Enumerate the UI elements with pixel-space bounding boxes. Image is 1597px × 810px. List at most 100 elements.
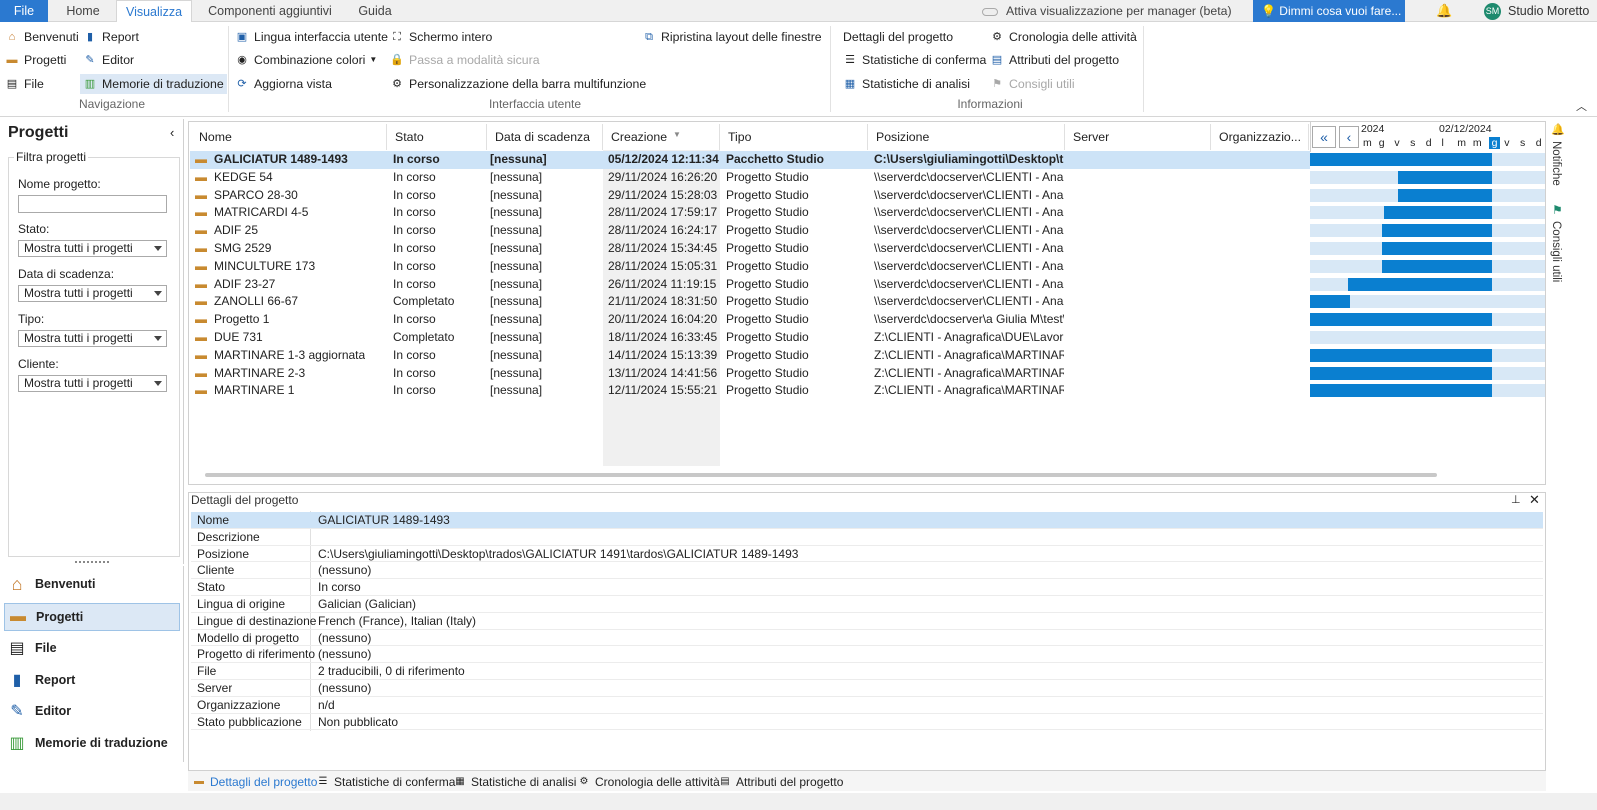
table-row[interactable]: ▬ SMG 2529 In corso [nessuna] 28/11/2024 15:… [190, 240, 1310, 258]
manager-view-toggle[interactable]: Attiva visualizzazione per manager (beta… [982, 4, 1232, 18]
table-row[interactable]: ▬ MATRICARDI 4-5 In corso [nessuna] 28/11/20… [190, 204, 1310, 222]
column-header-organization[interactable]: Organizzazio... [1211, 124, 1309, 150]
gantt-bar[interactable] [1382, 224, 1492, 238]
ribbon-tips-button[interactable]: ⚑ Consigli utili [990, 74, 1075, 94]
column-header-type[interactable]: Tipo [720, 124, 868, 150]
table-row[interactable]: ▬ MARTINARE 2-3 In corso [nessuna] 13/11/202… [190, 365, 1310, 383]
details-row: Descrizione [191, 529, 1543, 546]
table-row[interactable]: ▬ MARTINARE 1 In corso [nessuna] 12/11/2024 … [190, 382, 1310, 400]
tab-project-details[interactable]: ▬ Dettagli del progetto [192, 773, 317, 791]
tell-me-box[interactable]: 💡 Dimmi cosa vuoi fare... [1253, 0, 1405, 22]
ribbon-file-button[interactable]: ▤ File [5, 74, 44, 94]
bell-icon[interactable]: 🔔 [1436, 3, 1452, 19]
gantt-bar[interactable] [1310, 153, 1492, 166]
nav-progetti[interactable]: ▬ Progetti [4, 603, 180, 631]
ribbon-memorie-button[interactable]: ▥ Memorie di traduzione [80, 74, 227, 94]
gantt-bar[interactable] [1310, 366, 1492, 380]
gantt-bar[interactable] [1382, 242, 1492, 255]
table-row[interactable]: ▬ ADIF 25 In corso [nessuna] 28/11/2024 16:2… [190, 222, 1310, 240]
column-header-server[interactable]: Server [1065, 124, 1211, 150]
gantt-bar[interactable] [1348, 277, 1492, 291]
status-cell: In corso [393, 383, 436, 398]
close-icon[interactable]: ✕ [1529, 492, 1540, 508]
table-row[interactable]: ▬ Progetto 1 In corso [nessuna] 20/11/2024 1… [190, 311, 1310, 329]
column-header-due-date[interactable]: Data di scadenza [487, 124, 603, 150]
ribbon-attributes-button[interactable]: ▤ Attributi del progetto [990, 50, 1119, 70]
ribbon-fullscreen-button[interactable]: ⛶ Schermo intero [390, 27, 492, 47]
user-name[interactable]: Studio Moretto [1508, 4, 1589, 18]
column-header-created[interactable]: Creazione ▼ [603, 124, 720, 150]
refresh-icon: ⟳ [237, 78, 247, 90]
table-row[interactable]: ▬ ADIF 23-27 In corso [nessuna] 26/11/2024 1… [190, 276, 1310, 294]
created-cell: 05/12/2024 12:11:34 [608, 152, 719, 166]
project-name-input[interactable] [18, 195, 167, 213]
column-header-status[interactable]: Stato [387, 124, 487, 150]
gantt-bar[interactable] [1398, 188, 1492, 202]
nav-benvenuti[interactable]: ⌂ Benvenuti [4, 570, 180, 598]
ribbon-progetti-button[interactable]: ▬ Progetti [5, 50, 67, 70]
horizontal-scrollbar[interactable] [205, 473, 1437, 477]
tab-view[interactable]: Visualizza [116, 0, 192, 23]
tab-file[interactable]: File [0, 0, 48, 22]
column-header-name[interactable]: Nome [191, 124, 387, 150]
table-row[interactable]: ▬ SPARCO 28-30 In corso [nessuna] 29/11/2024… [190, 187, 1310, 205]
tab-project-attributes[interactable]: ▤ Attributi del progetto [718, 773, 843, 791]
tab-addins[interactable]: Componenti aggiuntivi [196, 0, 344, 22]
ribbon-benvenuti-button[interactable]: ⌂ Benvenuti [5, 27, 79, 47]
nav-memorie[interactable]: ▥ Memorie di traduzione [4, 729, 180, 757]
table-row[interactable]: ▬ MINCULTURE 173 In corso [nessuna] 28/11/20… [190, 258, 1310, 276]
tab-home[interactable]: Home [52, 0, 114, 22]
due-date-select[interactable]: Mostra tutti i progetti [18, 285, 167, 302]
nav-file[interactable]: ▤ File [4, 634, 180, 662]
avatar[interactable]: SM [1484, 3, 1501, 20]
toggle-switch[interactable] [982, 7, 998, 16]
chevron-left-icon[interactable]: ‹ [1339, 126, 1359, 148]
ribbon-restore-layout-button[interactable]: ⧉ Ripristina layout delle finestre [642, 27, 822, 47]
table-row[interactable]: ▬ GALICIATUR 1489-1493 In corso [nessuna] 05… [190, 151, 1310, 169]
ribbon-refresh-button[interactable]: ⟳ Aggiorna vista [235, 74, 332, 94]
client-select[interactable]: Mostra tutti i progetti [18, 375, 167, 392]
project-folder-icon: ▬ [195, 347, 207, 362]
gantt-bar[interactable] [1384, 206, 1492, 220]
nav-editor[interactable]: ✎ Editor [4, 697, 180, 725]
ribbon-report-button[interactable]: ▮ Report [83, 27, 139, 47]
tab-analysis-stats[interactable]: ▦ Statistiche di analisi [453, 773, 576, 791]
gantt-bar[interactable] [1310, 295, 1350, 309]
table-row[interactable]: ▬ ZANOLLI 66-67 Completato [nessuna] 21/11/2… [190, 293, 1310, 311]
ribbon-customize-button[interactable]: ⚙ Personalizzazione della barra multifunz… [390, 74, 646, 94]
column-header-location[interactable]: Posizione [868, 124, 1065, 150]
ribbon-editor-button[interactable]: ✎ Editor [83, 50, 134, 70]
gantt-bar[interactable] [1310, 348, 1492, 362]
ribbon-analysis-stats-button[interactable]: ▦ Statistiche di analisi [843, 74, 970, 94]
tab-activity-history[interactable]: ⚙ Cronologia delle attività [577, 773, 720, 791]
ribbon-history-button[interactable]: ⚙ Cronologia delle attività [990, 27, 1137, 47]
nav-report[interactable]: ▮ Report [4, 666, 180, 694]
collapse-ribbon-icon[interactable]: ︿ [1576, 98, 1587, 114]
double-chevron-left-icon[interactable]: « [1312, 126, 1336, 148]
gantt-bar[interactable] [1310, 313, 1492, 327]
ribbon-safe-mode-button[interactable]: 🔒 Passa a modalità sicura [390, 50, 539, 70]
tab-help[interactable]: Guida [350, 0, 400, 22]
table-row[interactable]: ▬ DUE 731 Completato [nessuna] 18/11/2024 16… [190, 329, 1310, 347]
ribbon-color-scheme-button[interactable]: ◉ Combinazione colori ▼ [235, 50, 377, 70]
tab-confirm-stats[interactable]: ☰ Statistiche di conferma [316, 773, 456, 791]
details-row: Lingue di destinazione French (France), I… [191, 613, 1543, 630]
ribbon-project-details-button[interactable]: Dettagli del progetto [843, 27, 953, 47]
status-select[interactable]: Mostra tutti i progetti [18, 240, 167, 257]
gantt-bar[interactable] [1310, 384, 1492, 398]
tips-tab[interactable]: Consigli utili [1550, 221, 1562, 282]
due-date-cell: [nessuna] [490, 276, 543, 291]
ribbon-confirm-stats-button[interactable]: ☰ Statistiche di conferma [843, 50, 986, 70]
pin-icon[interactable]: ⊥ [1511, 493, 1521, 506]
notifications-tab[interactable]: Notifiche [1550, 141, 1562, 186]
gantt-bar[interactable] [1398, 170, 1492, 184]
ribbon-language-button[interactable]: ▣ Lingua interfaccia utente [235, 27, 388, 47]
table-row[interactable]: ▬ MARTINARE 1-3 aggiornata In corso [nessun… [190, 347, 1310, 365]
splitter-grip[interactable] [75, 561, 109, 564]
type-select[interactable]: Mostra tutti i progetti [18, 330, 167, 347]
chevron-left-icon[interactable]: ‹ [170, 125, 174, 140]
gantt-bar[interactable] [1382, 259, 1492, 273]
table-row[interactable]: ▬ KEDGE 54 In corso [nessuna] 29/11/2024 16:… [190, 169, 1310, 187]
details-key: Stato pubblicazione [197, 714, 302, 729]
signpost-icon: ⚑ [992, 78, 1002, 90]
